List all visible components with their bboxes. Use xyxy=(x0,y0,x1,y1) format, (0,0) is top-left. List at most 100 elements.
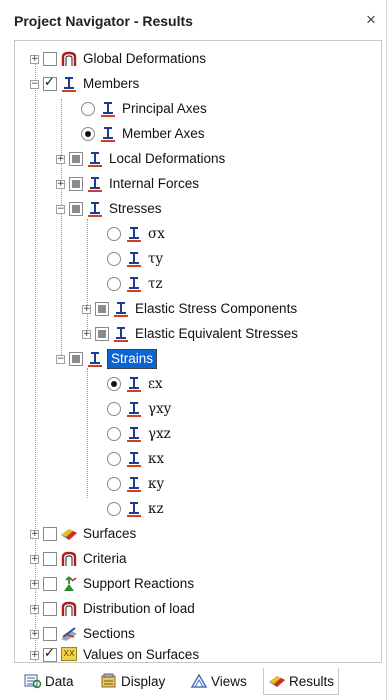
tab-display[interactable]: Display xyxy=(100,668,165,694)
tree-item-kappa-x[interactable]: κx xyxy=(15,449,375,471)
checkbox[interactable] xyxy=(69,177,83,191)
tree-item-label: Distribution of load xyxy=(83,601,195,616)
radio-button[interactable] xyxy=(107,427,121,441)
tree-item-kappa-z[interactable]: κz xyxy=(15,499,375,521)
member-icon xyxy=(127,252,141,267)
collapse-icon[interactable]: − xyxy=(56,205,65,214)
member-icon xyxy=(127,452,141,467)
checkbox[interactable] xyxy=(43,52,57,66)
radio-button[interactable] xyxy=(107,477,121,491)
tree-item-label: Principal Axes xyxy=(122,101,207,116)
surface-icon xyxy=(61,529,77,540)
tree-item-label: Members xyxy=(83,76,140,91)
tab-label: Results xyxy=(289,673,335,689)
views-icon xyxy=(190,673,208,688)
support-reactions-icon xyxy=(64,576,77,591)
tree-item-surfaces[interactable]: + Surfaces xyxy=(15,524,375,546)
expand-icon[interactable]: + xyxy=(30,651,39,660)
expand-icon[interactable]: + xyxy=(30,530,39,539)
tree-item-eps-x[interactable]: εx xyxy=(15,374,375,396)
tree-item-label: εx xyxy=(148,376,163,392)
member-icon xyxy=(101,102,115,117)
tree-item-kappa-y[interactable]: κy xyxy=(15,474,375,496)
checkbox[interactable] xyxy=(69,352,83,366)
tree-item-support-reactions[interactable]: + Support Reactions xyxy=(15,574,375,596)
radio-button[interactable] xyxy=(107,277,121,291)
criteria-icon xyxy=(61,551,77,566)
collapse-icon[interactable]: − xyxy=(56,355,65,364)
member-icon xyxy=(88,202,102,217)
tree-item-criteria[interactable]: + Criteria xyxy=(15,549,375,571)
tree-item-sections[interactable]: + Sections xyxy=(15,624,375,646)
expand-icon[interactable]: + xyxy=(30,630,39,639)
checkbox[interactable] xyxy=(43,627,57,641)
expand-icon[interactable]: + xyxy=(82,330,91,339)
checkbox[interactable] xyxy=(43,527,57,541)
tree-item-elastic-stress-components[interactable]: + Elastic Stress Components xyxy=(15,299,375,321)
tab-data[interactable]: Data xyxy=(24,668,74,694)
member-icon xyxy=(88,177,102,192)
tree-item-sigma-x[interactable]: σx xyxy=(15,224,375,246)
tree-item-values-on-surfaces[interactable]: + XX Values on Surfaces xyxy=(15,645,375,662)
tree-item-tau-y[interactable]: τy xyxy=(15,249,375,271)
tree-item-members[interactable]: − Members xyxy=(15,74,375,96)
close-icon[interactable]: × xyxy=(366,10,376,30)
tree-item-label: Elastic Stress Components xyxy=(135,301,298,316)
tree-item-internal-forces[interactable]: + Internal Forces xyxy=(15,174,375,196)
tree-item-label: Criteria xyxy=(83,551,127,566)
expand-icon[interactable]: + xyxy=(56,155,65,164)
member-icon xyxy=(127,277,141,292)
radio-button[interactable] xyxy=(107,502,121,516)
tree-item-label: Elastic Equivalent Stresses xyxy=(135,326,298,341)
member-icon xyxy=(127,402,141,417)
checkbox[interactable] xyxy=(43,577,57,591)
values-on-surfaces-icon: XX xyxy=(61,647,77,661)
tree-item-label: Sections xyxy=(83,626,135,641)
radio-button[interactable] xyxy=(107,377,121,391)
collapse-icon[interactable]: − xyxy=(30,80,39,89)
expand-icon[interactable]: + xyxy=(30,555,39,564)
radio-button[interactable] xyxy=(81,102,95,116)
radio-button[interactable] xyxy=(107,402,121,416)
expand-icon[interactable]: + xyxy=(56,180,65,189)
radio-button[interactable] xyxy=(107,452,121,466)
member-icon xyxy=(114,327,128,342)
tree-item-distribution-of-load[interactable]: + Distribution of load xyxy=(15,599,375,621)
tree-item-gamma-xz[interactable]: γxz xyxy=(15,424,375,446)
results-tree: + Global Deformations − Members Principa… xyxy=(14,40,382,663)
radio-button[interactable] xyxy=(107,252,121,266)
expand-icon[interactable]: + xyxy=(30,580,39,589)
checkbox[interactable] xyxy=(69,152,83,166)
checkbox[interactable] xyxy=(43,646,57,662)
tree-item-global-deformations[interactable]: + Global Deformations xyxy=(15,49,375,71)
project-navigator-panel: Project Navigator - Results × + Global D… xyxy=(0,0,387,700)
tree-item-label: κy xyxy=(148,476,165,492)
tree-item-label: Member Axes xyxy=(122,126,205,141)
tree-item-elastic-equivalent-stresses[interactable]: + Elastic Equivalent Stresses xyxy=(15,324,375,346)
checkbox[interactable] xyxy=(69,202,83,216)
tree-item-label: κx xyxy=(148,451,165,467)
checkbox[interactable] xyxy=(95,302,109,316)
tree-item-principal-axes[interactable]: Principal Axes xyxy=(15,99,375,121)
expand-icon[interactable]: + xyxy=(30,55,39,64)
tree-item-label: κz xyxy=(148,501,164,517)
tree-item-stresses[interactable]: − Stresses xyxy=(15,199,375,221)
expand-icon[interactable]: + xyxy=(30,605,39,614)
expand-icon[interactable]: + xyxy=(82,305,91,314)
tab-results[interactable]: Results xyxy=(263,668,340,695)
checkbox[interactable] xyxy=(95,327,109,341)
checkbox[interactable] xyxy=(43,75,57,91)
tab-views[interactable]: Views xyxy=(190,668,247,694)
tree-item-member-axes[interactable]: Member Axes xyxy=(15,124,375,146)
tree-item-gamma-xy[interactable]: γxy xyxy=(15,399,375,421)
member-icon xyxy=(101,127,115,142)
checkbox[interactable] xyxy=(43,552,57,566)
tree-item-strains[interactable]: − Strains xyxy=(15,349,375,371)
tree-item-label: γxy xyxy=(148,401,172,417)
tree-item-label: Internal Forces xyxy=(109,176,200,191)
radio-button[interactable] xyxy=(81,127,95,141)
radio-button[interactable] xyxy=(107,227,121,241)
checkbox[interactable] xyxy=(43,602,57,616)
tree-item-tau-z[interactable]: τz xyxy=(15,274,375,296)
tree-item-local-deformations[interactable]: + Local Deformations xyxy=(15,149,375,171)
